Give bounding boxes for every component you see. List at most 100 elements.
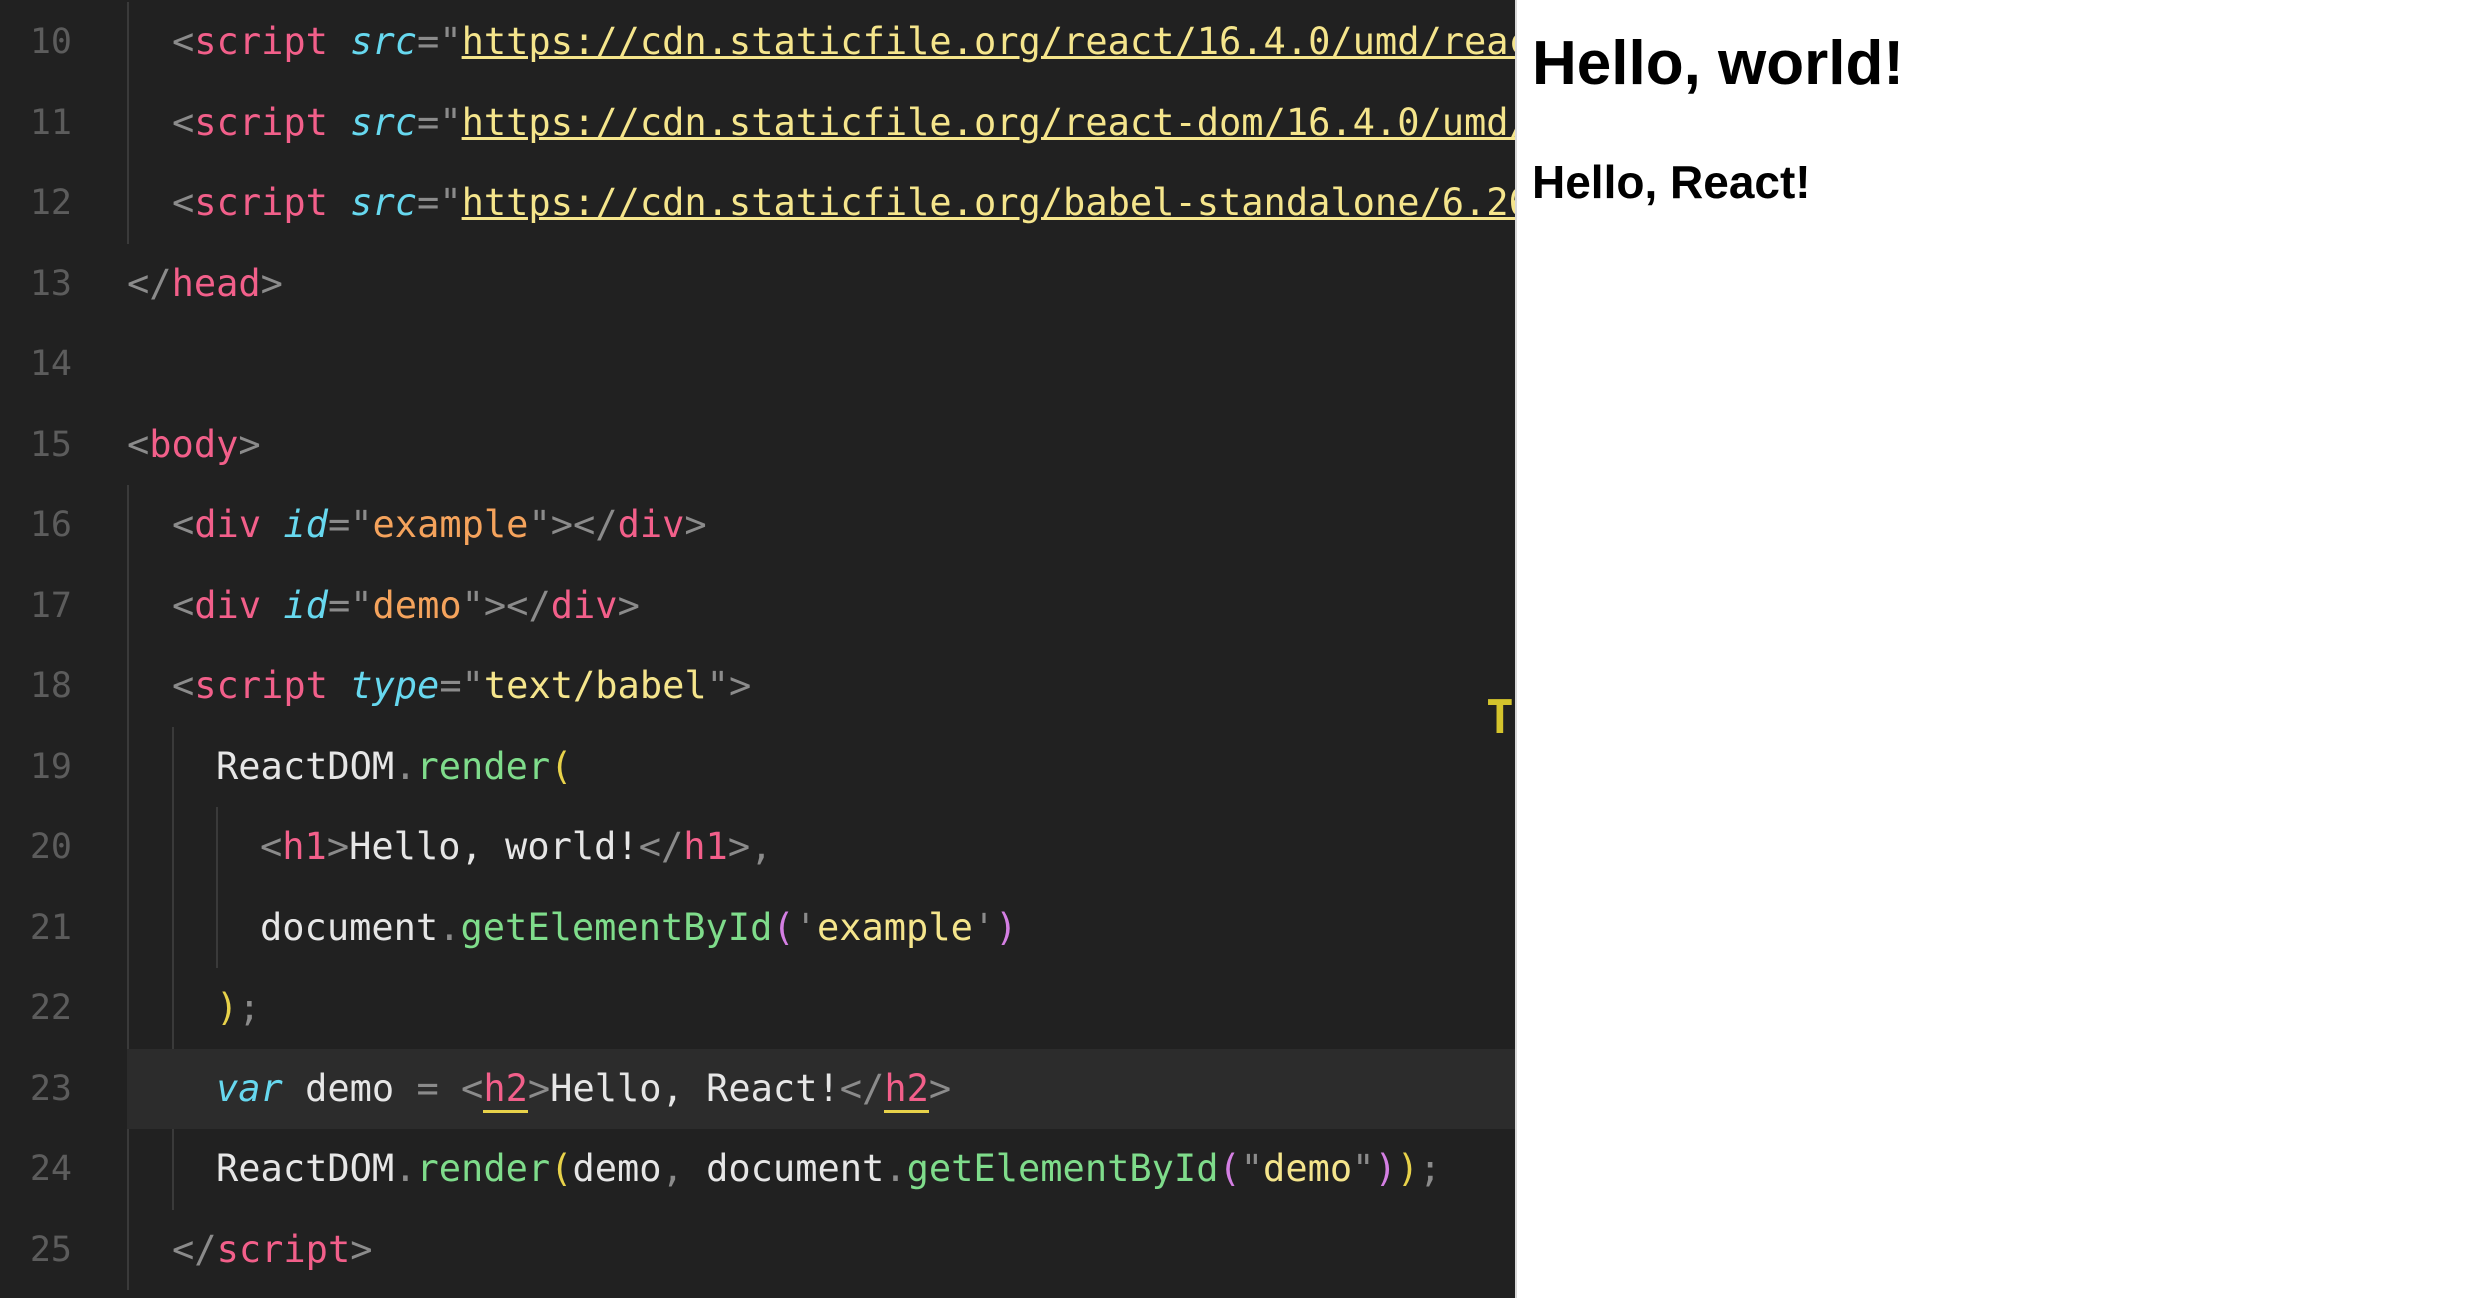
code-text: <script src="https://cdn.staticfile.org/…	[172, 2, 1515, 82]
line-number: 19	[29, 746, 72, 787]
stray-cursor-glyph: T	[1486, 690, 1514, 744]
code-token: </	[839, 1066, 885, 1110]
code-line[interactable]: 19 ReactDOM.render(	[0, 727, 1515, 807]
code-line[interactable]: 12 <script src="https://cdn.staticfile.or…	[0, 163, 1515, 243]
code-text: var demo = <h2>Hello, React!</h2>	[216, 1049, 951, 1129]
code-line[interactable]: 15 <body>	[0, 405, 1515, 485]
code-token: >	[928, 1066, 952, 1110]
code-token: "	[1240, 1147, 1264, 1190]
code-line[interactable]: 21 document.getElementById('example')	[0, 888, 1515, 968]
code-token: =	[327, 503, 351, 546]
code-token: ;	[238, 986, 261, 1029]
code-token: ReactDOM	[216, 744, 395, 788]
code-token: demo	[372, 583, 462, 627]
code-token: "	[350, 583, 373, 627]
code-token: demo	[282, 1066, 417, 1110]
code-text: ReactDOM.render(demo, document.getElemen…	[216, 1129, 1441, 1209]
code-token: div	[617, 503, 685, 546]
code-token: (	[550, 1147, 573, 1190]
code-line[interactable]: 20 <h1>Hello, world!</h1>,	[0, 807, 1515, 887]
code-token: =	[417, 100, 440, 144]
code-line[interactable]: 14	[0, 324, 1515, 404]
code-token: )	[1396, 1147, 1419, 1190]
code-token: render	[416, 744, 551, 788]
code-token: Hello, React!	[550, 1066, 840, 1110]
code-token: src	[350, 20, 418, 63]
code-token: (	[1218, 1147, 1241, 1190]
code-line[interactable]: 16 <div id="example"></div>	[0, 485, 1515, 565]
code-token: script	[194, 664, 328, 707]
code-token: <	[172, 100, 195, 144]
code-line[interactable]: 24 ReactDOM.render(demo, document.getElem…	[0, 1129, 1515, 1209]
code-token: "	[439, 100, 462, 144]
code-editor[interactable]: 10 <script src="https://cdn.staticfile.or…	[0, 0, 1515, 1298]
code-token: script	[194, 181, 328, 224]
code-token: example	[816, 905, 973, 949]
line-number: 24	[29, 1149, 72, 1189]
code-line[interactable]: 10 <script src="https://cdn.staticfile.or…	[0, 2, 1515, 82]
line-number: 21	[29, 907, 72, 948]
code-token: example	[372, 503, 529, 546]
code-token: text/babel	[483, 664, 707, 707]
code-text: <script src="https://cdn.staticfile.org/…	[172, 163, 1515, 243]
code-token: </	[127, 261, 172, 305]
code-line[interactable]: 13 </head>	[0, 244, 1515, 324]
code-token: h1	[282, 825, 327, 868]
code-token: >	[238, 422, 261, 466]
code-line[interactable]: 22);	[0, 968, 1515, 1048]
code-token: getElementById	[906, 1147, 1219, 1190]
code-token: document	[260, 905, 439, 949]
line-number: 23	[29, 1068, 72, 1109]
code-token: .	[884, 1147, 907, 1190]
code-token: <	[172, 20, 195, 63]
code-line[interactable]: 17 <div id="demo"></div>	[0, 566, 1515, 646]
line-number: 25	[29, 1229, 72, 1270]
code-text: );	[216, 968, 261, 1048]
code-token: "	[1352, 1147, 1375, 1190]
code-token: .	[394, 744, 417, 788]
code-token: src	[350, 181, 418, 224]
code-token: head	[171, 261, 261, 305]
code-line[interactable]: 25 </script>	[0, 1210, 1515, 1290]
code-token: <	[172, 181, 195, 224]
code-token: div	[550, 583, 618, 627]
code-token: type	[350, 664, 440, 707]
code-token: document	[706, 1147, 885, 1190]
code-token: =	[417, 181, 440, 224]
code-token: src	[350, 100, 418, 144]
code-token: </	[172, 1227, 217, 1271]
code-token: <	[461, 1066, 484, 1110]
code-text: document.getElementById('example')	[260, 888, 1017, 968]
code-text: <script src="https://cdn.staticfile.org/…	[172, 83, 1515, 163]
code-token: .	[394, 1147, 417, 1190]
code-token: )	[216, 986, 239, 1029]
code-token: >	[684, 503, 707, 546]
code-token: "	[528, 503, 551, 546]
code-token: ></	[550, 503, 618, 546]
code-token: =	[416, 1066, 439, 1110]
code-line[interactable]: 18 <script type="text/babel">	[0, 646, 1515, 726]
code-text: <script type="text/babel">	[172, 646, 751, 726]
preview-heading-1: Hello, world!	[1532, 29, 1904, 98]
code-token: https://cdn.staticfile.org/babel-standal…	[461, 181, 1515, 224]
code-token: >	[727, 825, 751, 868]
code-token: )	[995, 905, 1018, 949]
line-number: 18	[29, 666, 72, 706]
code-token: >	[527, 1066, 551, 1110]
code-token: demo	[572, 1147, 662, 1190]
preview-heading-2: Hello, React!	[1532, 156, 1811, 208]
line-number: 17	[29, 585, 72, 626]
code-text: </head>	[127, 244, 283, 324]
code-token: id	[283, 583, 328, 627]
code-token: ;	[1419, 1147, 1442, 1190]
code-token: =	[327, 583, 351, 627]
code-token: ></	[483, 583, 551, 627]
code-line[interactable]: 23 var demo = <h2>Hello, React!</h2>	[0, 1049, 1515, 1129]
code-line[interactable]: 11 <script src="https://cdn.staticfile.or…	[0, 83, 1515, 163]
code-token: <	[260, 825, 283, 868]
code-token: >	[350, 1227, 373, 1271]
code-text: ReactDOM.render(	[216, 727, 572, 807]
